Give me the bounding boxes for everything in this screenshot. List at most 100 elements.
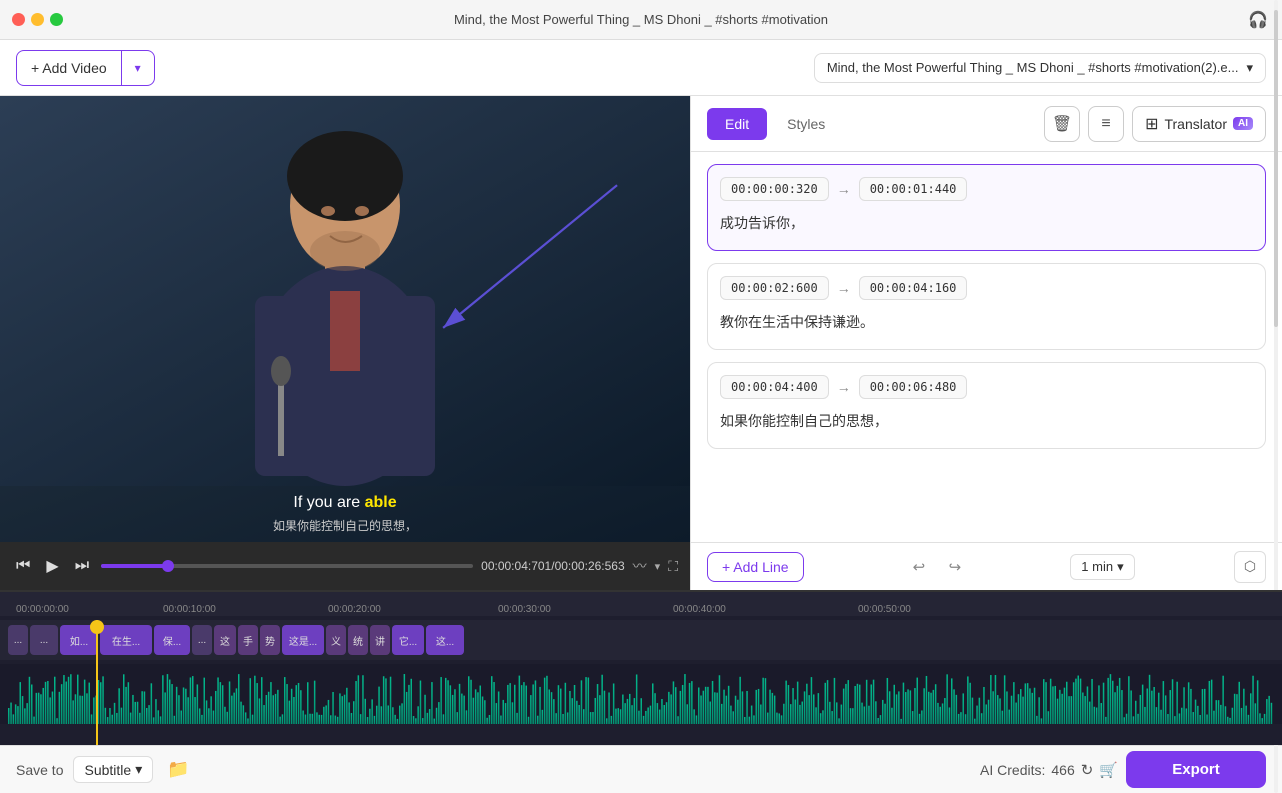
end-time-2[interactable]: 00:00:04:160 (859, 276, 968, 300)
add-line-button[interactable]: + Add Line (707, 552, 804, 582)
file-name: Mind, the Most Powerful Thing _ MS Dhoni… (827, 60, 1239, 75)
start-time-1[interactable]: 00:00:00:320 (720, 177, 829, 201)
clip-13[interactable]: 它... (392, 625, 424, 655)
subtitle-text-3[interactable]: 如果你能控制自己的思想， (720, 407, 1253, 436)
bottom-bar: Save to Subtitle ▾ 📁 AI Credits: 466 ↻ 🛒… (0, 745, 1282, 793)
timeline-area: 00:00:00:00 00:00:10:00 00:00:20:00 00:0… (0, 590, 1282, 745)
end-time-1[interactable]: 00:00:01:440 (859, 177, 968, 201)
subtitle-text-2[interactable]: 教你在生活中保持谦逊。 (720, 308, 1253, 337)
subtitle-text-1[interactable]: 成功告诉你， (720, 209, 1253, 238)
cart-icon[interactable]: 🛒 (1099, 761, 1118, 779)
subtitle-select[interactable]: Subtitle ▾ (73, 756, 153, 783)
play-button[interactable]: ▶ (42, 552, 62, 580)
clip-4[interactable]: 保... (154, 625, 190, 655)
window-controls (12, 13, 63, 26)
export-settings-button[interactable]: ⬡ (1234, 551, 1266, 583)
waveform-caret-icon[interactable]: ▾ (655, 560, 661, 573)
ruler-mark-3: 00:00:30:00 (498, 604, 551, 615)
tab-edit[interactable]: Edit (707, 108, 767, 140)
video-scene-svg (0, 96, 690, 486)
subtitle-item-1[interactable]: 00:00:00:320 → 00:00:01:440 成功告诉你， (707, 164, 1266, 251)
refresh-icon[interactable]: ↻ (1081, 761, 1094, 779)
ruler-mark-2: 00:00:20:00 (328, 604, 381, 615)
export-button[interactable]: Export (1126, 751, 1266, 788)
window-title: Mind, the Most Powerful Thing _ MS Dhoni… (454, 12, 828, 27)
ruler-mark-0: 00:00:00:00 (16, 604, 69, 615)
skip-forward-button[interactable]: ⏭ (71, 553, 93, 579)
video-frame: If you are able 如果你能控制自己的思想， (0, 96, 690, 542)
save-to-label: Save to (16, 762, 63, 778)
video-subtitle-line2: 如果你能控制自己的思想， (273, 517, 417, 534)
subtitle-track: ... ... 如... 在生... 保... ... 这 手 势 这是... … (0, 620, 1282, 660)
file-dropdown[interactable]: Mind, the Most Powerful Thing _ MS Dhoni… (814, 53, 1266, 83)
right-panel: Edit Styles 🗑 ≡ ⊞ Translator AI (690, 96, 1282, 590)
clip-8[interactable]: 势 (260, 625, 280, 655)
fullscreen-icon[interactable]: ⛶ (668, 558, 678, 575)
tab-styles[interactable]: Styles (771, 108, 841, 140)
headphone-icon: 🎧 (1248, 10, 1268, 30)
folder-icon: 📁 (167, 759, 189, 780)
save-to-group: Save to Subtitle ▾ 📁 (16, 755, 193, 785)
subtitle-item-2[interactable]: 00:00:02:600 → 00:00:04:160 教你在生活中保持谦逊。 (707, 263, 1266, 350)
time-arrow-icon-2: → (837, 280, 851, 296)
clip-1[interactable]: ... (30, 625, 58, 655)
subtitle-times-1: 00:00:00:320 → 00:00:01:440 (720, 177, 1253, 201)
subtitle-times-3: 00:00:04:400 → 00:00:06:480 (720, 375, 1253, 399)
add-video-label: + Add Video (31, 60, 107, 76)
clip-6[interactable]: 这 (214, 625, 236, 655)
playhead[interactable] (96, 620, 98, 745)
clip-5[interactable]: ... (192, 625, 212, 655)
translator-button[interactable]: ⊞ Translator AI (1132, 106, 1266, 142)
clip-3[interactable]: 在生... (100, 625, 152, 655)
ruler-mark-4: 00:00:40:00 (673, 604, 726, 615)
maximize-button[interactable] (50, 13, 63, 26)
add-video-main[interactable]: + Add Video (17, 51, 122, 85)
top-toolbar: + Add Video ▾ Mind, the Most Powerful Th… (0, 40, 1282, 96)
clip-7[interactable]: 手 (238, 625, 258, 655)
progress-fill (101, 564, 168, 568)
dropdown-chevron-icon: ▾ (1246, 60, 1253, 76)
undo-button[interactable]: ↩ (903, 551, 935, 583)
subtitle-times-2: 00:00:02:600 → 00:00:04:160 (720, 276, 1253, 300)
clip-10[interactable]: 义 (326, 625, 346, 655)
clip-9[interactable]: 这是... (282, 625, 324, 655)
ai-credits-label: AI Credits: (980, 762, 1045, 778)
add-video-caret[interactable]: ▾ (122, 51, 154, 85)
content-area: If you are able 如果你能控制自己的思想， ⏮ ▶ ⏭ 00:00… (0, 96, 1282, 590)
redo-button[interactable]: ↪ (939, 551, 971, 583)
clip-14[interactable]: 这... (426, 625, 464, 655)
skip-back-button[interactable]: ⏮ (12, 553, 34, 579)
export-settings-icon: ⬡ (1244, 558, 1256, 575)
progress-bar[interactable] (101, 564, 473, 568)
start-time-3[interactable]: 00:00:04:400 (720, 375, 829, 399)
playhead-marker (90, 620, 104, 634)
timeline-tracks: ... ... 如... 在生... 保... ... 这 手 势 这是... … (0, 620, 1282, 745)
time-display: 00:00:04:701/00:00:26:563 (481, 559, 625, 573)
list-button[interactable]: ≡ (1088, 106, 1124, 142)
video-subtitle-line1: If you are able (293, 494, 396, 512)
add-video-button[interactable]: + Add Video ▾ (16, 50, 155, 86)
duration-value: 1 min (1081, 559, 1113, 574)
progress-thumb (162, 560, 174, 572)
delete-button[interactable]: 🗑 (1044, 106, 1080, 142)
clip-12[interactable]: 讲 (370, 625, 390, 655)
end-time-3[interactable]: 00:00:06:480 (859, 375, 968, 399)
undo-redo-group: ↩ ↪ (903, 551, 971, 583)
folder-button[interactable]: 📁 (163, 755, 193, 785)
time-total: 00:00:26:563 (555, 559, 625, 573)
ruler-mark-5: 00:00:50:00 (858, 604, 911, 615)
video-controls: ⏮ ▶ ⏭ 00:00:04:701/00:00:26:563 〰 ▾ ⛶ (0, 542, 690, 590)
edit-tabs: Edit Styles (707, 108, 841, 140)
clip-11[interactable]: 统 (348, 625, 368, 655)
scrollbar-thumb[interactable] (1274, 152, 1278, 327)
duration-select[interactable]: 1 min ▾ (1070, 554, 1134, 580)
waveform-svg (8, 664, 1278, 724)
start-time-2[interactable]: 00:00:02:600 (720, 276, 829, 300)
waveform-icon[interactable]: 〰 (633, 556, 647, 576)
close-button[interactable] (12, 13, 25, 26)
minimize-button[interactable] (31, 13, 44, 26)
subtitle-item-3[interactable]: 00:00:04:400 → 00:00:06:480 如果你能控制自己的思想， (707, 362, 1266, 449)
subtitle-normal: If you are (293, 494, 364, 511)
clip-0[interactable]: ... (8, 625, 28, 655)
subtitle-chevron-icon: ▾ (135, 761, 142, 778)
